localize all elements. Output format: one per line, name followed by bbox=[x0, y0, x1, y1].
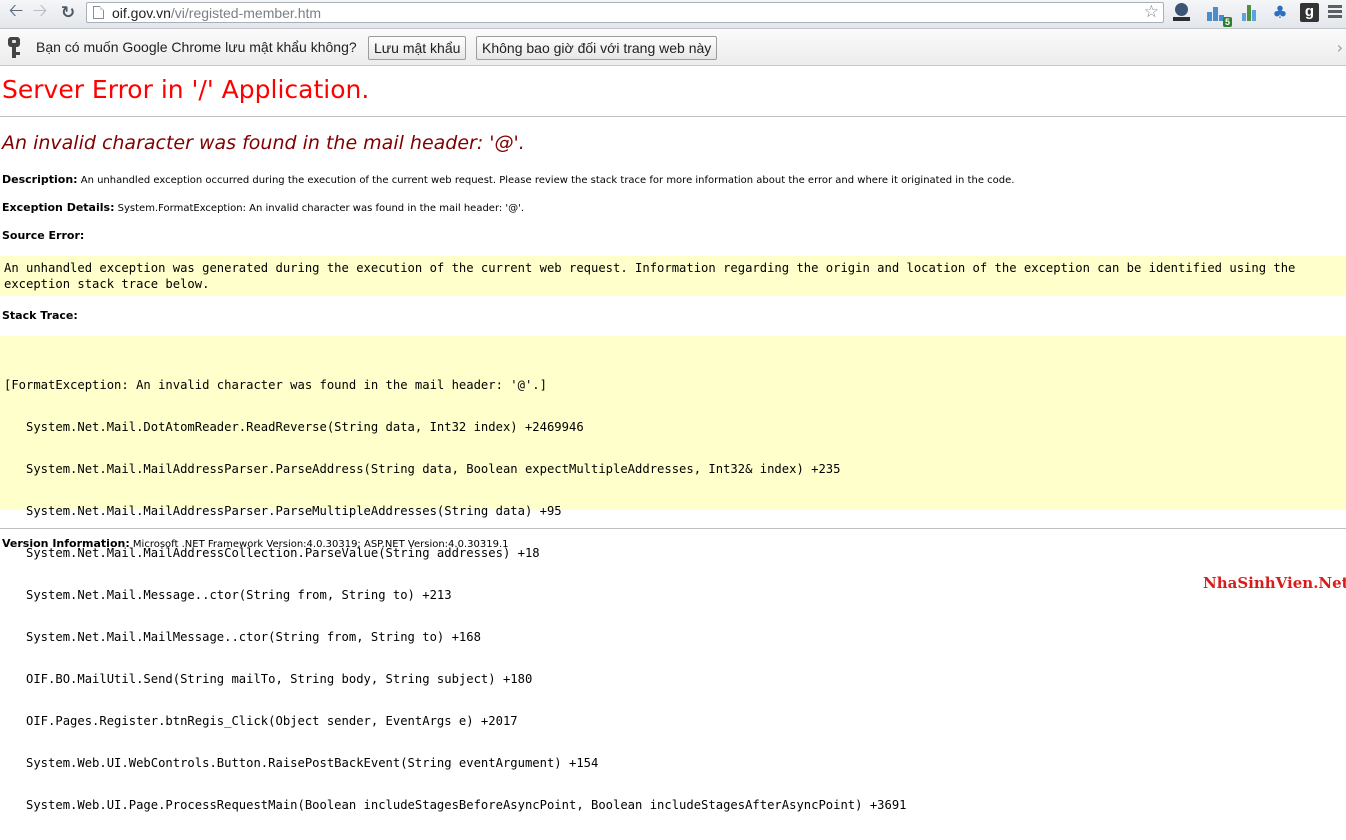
stack-line: System.Web.UI.Page.ProcessRequestMain(Bo… bbox=[4, 798, 907, 812]
source-error-box: An unhandled exception was generated dur… bbox=[0, 256, 1346, 296]
source-error-label: Source Error: bbox=[2, 229, 85, 242]
stack-trace-label: Stack Trace: bbox=[2, 309, 78, 322]
back-button[interactable]: 🡠 bbox=[4, 0, 28, 24]
reload-button[interactable]: ↻ bbox=[56, 2, 80, 24]
extension-stats-icon[interactable]: 5 bbox=[1206, 3, 1232, 27]
source-error-heading: Source Error: bbox=[2, 229, 84, 242]
page-icon bbox=[93, 6, 104, 19]
url-path: /vi/registed-member.htm bbox=[170, 5, 322, 21]
extension-badge: 5 bbox=[1222, 17, 1232, 27]
extension-chart-icon[interactable] bbox=[1240, 3, 1260, 23]
key-icon bbox=[8, 37, 22, 59]
stack-line: System.Web.UI.WebControls.Button.RaisePo… bbox=[4, 756, 599, 770]
extension-icon[interactable] bbox=[1172, 3, 1192, 23]
exception-label: Exception Details: bbox=[2, 201, 115, 214]
stack-trace-heading: Stack Trace: bbox=[2, 309, 78, 322]
stack-line: System.Net.Mail.MailMessage..ctor(String… bbox=[4, 630, 481, 644]
browser-toolbar: 🡠 🡢 ↻ oif.gov.vn/vi/registed-member.htm … bbox=[0, 0, 1346, 29]
stack-line: System.Net.Mail.Message..ctor(String fro… bbox=[4, 588, 452, 602]
back-arrow-icon: 🡠 bbox=[8, 0, 24, 21]
bookmark-star-icon[interactable]: ☆ bbox=[1144, 2, 1159, 22]
save-password-button[interactable]: Lưu mật khẩu bbox=[368, 36, 467, 60]
stack-trace-box: [FormatException: An invalid character w… bbox=[0, 336, 1346, 812]
extension-g-icon[interactable]: g bbox=[1300, 3, 1319, 22]
reload-icon: ↻ bbox=[60, 3, 76, 23]
stack-line: OIF.Pages.Register.btnRegis_Click(Object… bbox=[4, 714, 518, 728]
url-host: oif.gov.vn bbox=[112, 5, 171, 21]
url-text[interactable]: oif.gov.vn/vi/registed-member.htm bbox=[112, 5, 321, 21]
divider bbox=[0, 116, 1346, 117]
watermark: NhaSinhVien.Net bbox=[1203, 574, 1346, 592]
forward-arrow-icon: 🡢 bbox=[32, 0, 48, 21]
extension-bird-icon[interactable]: ♣ bbox=[1270, 3, 1290, 23]
stack-line: System.Net.Mail.MailAddressParser.ParseA… bbox=[4, 462, 841, 476]
stack-line: System.Net.Mail.DotAtomReader.ReadRevers… bbox=[4, 420, 584, 434]
divider bbox=[0, 528, 1346, 529]
stack-line: OIF.BO.MailUtil.Send(String mailTo, Stri… bbox=[4, 672, 533, 686]
forward-button[interactable]: 🡢 bbox=[28, 0, 52, 24]
never-save-button[interactable]: Không bao giờ đối với trang web này bbox=[476, 36, 718, 60]
infobar-close-icon[interactable]: › bbox=[1337, 38, 1343, 57]
password-infobar: Bạn có muốn Google Chrome lưu mật khẩu k… bbox=[0, 29, 1346, 66]
stack-line: System.Net.Mail.MailAddressParser.ParseM… bbox=[4, 504, 562, 518]
description: Description: An unhandled exception occu… bbox=[2, 173, 1014, 186]
version-text: Microsoft .NET Framework Version:4.0.303… bbox=[129, 539, 509, 550]
error-message: An invalid character was found in the ma… bbox=[2, 132, 525, 154]
page-title: Server Error in '/' Application. bbox=[2, 75, 370, 104]
exception-details: Exception Details: System.FormatExceptio… bbox=[2, 201, 524, 214]
description-text: An unhandled exception occurred during t… bbox=[77, 175, 1015, 186]
stack-line: [FormatException: An invalid character w… bbox=[4, 378, 547, 392]
infobar-prompt: Bạn có muốn Google Chrome lưu mật khẩu k… bbox=[36, 39, 357, 55]
description-label: Description: bbox=[2, 173, 78, 186]
version-label: Version Information: bbox=[2, 537, 130, 550]
chrome-menu-icon[interactable] bbox=[1328, 5, 1342, 20]
address-bar[interactable]: oif.gov.vn/vi/registed-member.htm ☆ bbox=[86, 2, 1164, 23]
exception-text: System.FormatException: An invalid chara… bbox=[114, 203, 525, 214]
version-information: Version Information: Microsoft .NET Fram… bbox=[2, 537, 508, 550]
